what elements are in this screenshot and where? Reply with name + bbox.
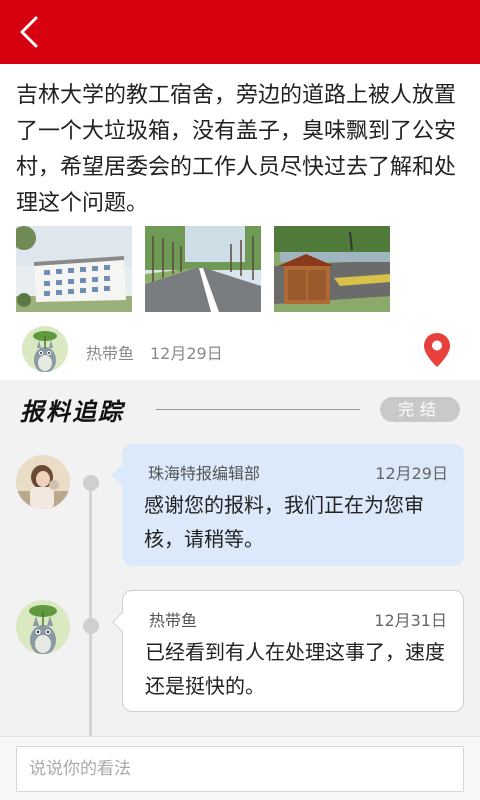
author-avatar[interactable]	[22, 326, 68, 372]
timeline-dot	[83, 475, 99, 491]
divider	[156, 409, 360, 410]
author-name: 热带鱼	[86, 344, 135, 363]
editor-avatar[interactable]	[16, 455, 70, 509]
post-date: 12月29日	[150, 344, 223, 363]
tracking-message-user: 热带鱼 12月31日 已经看到有人在处理这事了，速度还是挺快的。	[112, 590, 464, 712]
comment-input[interactable]	[16, 746, 464, 792]
report-post: 吉林大学的教工宿舍，旁边的道路上被人放置了一个大垃圾箱，没有盖子，臭味飘到了公安…	[0, 64, 480, 380]
top-bar	[0, 0, 480, 64]
message-date: 12月29日	[375, 464, 448, 483]
message-sender: 珠海特报编辑部	[148, 464, 261, 483]
building-photo[interactable]	[16, 226, 132, 312]
message-text: 已经看到有人在处理这事了，速度还是挺快的。	[145, 640, 445, 698]
message-text: 感谢您的报料，我们正在为您审核，请稍等。	[144, 493, 424, 551]
status-badge: 完结	[380, 397, 460, 422]
comment-bar	[0, 736, 480, 800]
totoro-avatar-icon	[16, 600, 70, 654]
tracking-message-editor: 珠海特报编辑部 12月29日 感谢您的报料，我们正在为您审核，请稍等。	[111, 444, 464, 566]
chevron-left-icon	[20, 16, 38, 48]
post-text: 吉林大学的教工宿舍，旁边的道路上被人放置了一个大垃圾箱，没有盖子，臭味飘到了公安…	[16, 83, 457, 216]
timeline-line	[89, 482, 92, 738]
totoro-avatar-icon	[22, 326, 68, 372]
back-button[interactable]	[8, 10, 52, 54]
tracking-header: 报料追踪 完结	[0, 380, 480, 440]
tracking-title: 报料追踪	[20, 397, 124, 426]
girl-photo-avatar-icon	[16, 455, 70, 509]
trash-bin-photo[interactable]	[274, 226, 390, 312]
message-date: 12月31日	[374, 611, 447, 630]
user-avatar[interactable]	[16, 600, 70, 654]
message-sender: 热带鱼	[149, 611, 198, 630]
map-pin-icon[interactable]	[423, 332, 451, 368]
tree-road-photo[interactable]	[145, 226, 261, 312]
timeline-dot	[83, 618, 99, 634]
